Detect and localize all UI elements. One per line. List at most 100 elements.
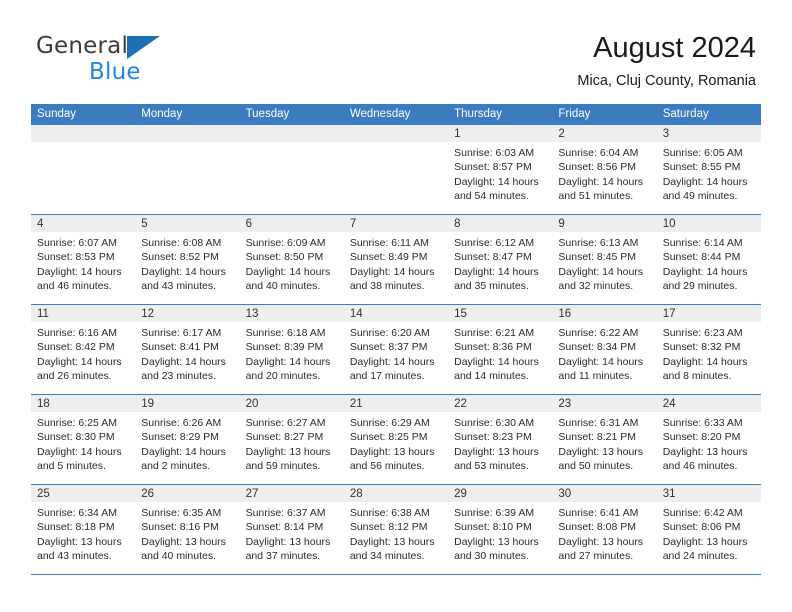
day-number: 20 — [239, 395, 344, 412]
day-info-daylight1: Daylight: 14 hours — [558, 265, 644, 278]
day-number: 4 — [31, 215, 136, 232]
calendar-day-cell[interactable]: 4 Sunrise: 6:07 AM Sunset: 8:53 PM Daylight… — [31, 215, 136, 304]
day-info-daylight1: Daylight: 14 hours — [37, 355, 122, 368]
day-number: 7 — [343, 215, 449, 232]
day-info-sunrise: Sunrise: 6:18 AM — [245, 327, 326, 339]
day-info-sunset: Sunset: 8:21 PM — [558, 431, 637, 444]
day-info-daylight1: Daylight: 13 hours — [558, 535, 644, 548]
day-info-daylight1: Daylight: 14 hours — [37, 445, 122, 458]
day-info-daylight2: and 38 minutes. — [349, 279, 425, 292]
day-info-sunset: Sunset: 8:56 PM — [558, 161, 637, 174]
day-sun-info: Sunrise: 6:26 AM Sunset: 8:29 PM Daylight:… — [135, 412, 239, 473]
day-info-sunset: Sunset: 8:44 PM — [662, 251, 741, 264]
day-sun-info: Sunrise: 6:13 AM Sunset: 8:45 PM Daylight:… — [552, 232, 656, 293]
day-number: 12 — [135, 305, 240, 322]
calendar-day-cell[interactable]: 19 Sunrise: 6:26 AM Sunset: 8:29 PM Dayligh… — [135, 395, 240, 484]
day-number: 8 — [448, 215, 553, 232]
calendar-day-cell[interactable]: 22 Sunrise: 6:30 AM Sunset: 8:23 PM Dayligh… — [448, 395, 553, 484]
day-info-daylight2: and 49 minutes. — [662, 189, 738, 202]
day-sun-info: Sunrise: 6:35 AM Sunset: 8:16 PM Daylight:… — [135, 502, 239, 563]
day-info-sunset: Sunset: 8:36 PM — [454, 341, 532, 354]
page-header: General Blue August 2024 Mica, Cluj Coun… — [0, 0, 792, 100]
day-number: 27 — [239, 485, 344, 502]
day-info-sunrise: Sunrise: 6:12 AM — [454, 237, 535, 249]
calendar-day-cell[interactable]: 21 Sunrise: 6:29 AM Sunset: 8:25 PM Dayligh… — [343, 395, 449, 484]
calendar-day-cell[interactable]: 10 Sunrise: 6:14 AM Sunset: 8:44 PM Dayligh… — [656, 215, 761, 304]
day-number: 13 — [239, 305, 344, 322]
day-sun-info: Sunrise: 6:05 AM Sunset: 8:55 PM Daylight:… — [657, 142, 761, 203]
calendar-day-cell[interactable]: 9 Sunrise: 6:13 AM Sunset: 8:45 PM Daylight… — [552, 215, 657, 304]
calendar-day-cell[interactable]: 24 Sunrise: 6:33 AM Sunset: 8:20 PM Dayligh… — [656, 395, 761, 484]
calendar-day-cell[interactable]: 25 Sunrise: 6:34 AM Sunset: 8:18 PM Dayligh… — [31, 485, 136, 574]
day-info-daylight2: and 29 minutes. — [662, 279, 738, 292]
calendar-day-cell[interactable]: 12 Sunrise: 6:17 AM Sunset: 8:41 PM Dayligh… — [135, 305, 240, 394]
day-info-daylight1: Daylight: 13 hours — [662, 445, 748, 458]
day-info-daylight2: and 23 minutes. — [141, 369, 216, 382]
day-number: 17 — [656, 305, 761, 322]
calendar-day-cell[interactable]: 14 Sunrise: 6:20 AM Sunset: 8:37 PM Dayligh… — [343, 305, 449, 394]
calendar-day-cell[interactable]: 18 Sunrise: 6:25 AM Sunset: 8:30 PM Dayligh… — [31, 395, 136, 484]
day-info-daylight2: and 20 minutes. — [245, 369, 321, 382]
calendar-day-cell[interactable]: 15 Sunrise: 6:21 AM Sunset: 8:36 PM Dayligh… — [448, 305, 553, 394]
day-info-daylight1: Daylight: 14 hours — [245, 265, 331, 278]
calendar-day-cell[interactable]: 17 Sunrise: 6:23 AM Sunset: 8:32 PM Dayligh… — [656, 305, 761, 394]
calendar-day-cell[interactable]: 23 Sunrise: 6:31 AM Sunset: 8:21 PM Dayligh… — [552, 395, 657, 484]
day-info-daylight1: Daylight: 13 hours — [37, 535, 122, 548]
day-info-sunrise: Sunrise: 6:30 AM — [454, 417, 535, 429]
calendar-day-cell[interactable]: 28 Sunrise: 6:38 AM Sunset: 8:12 PM Dayligh… — [343, 485, 449, 574]
day-info-daylight2: and 30 minutes. — [454, 549, 529, 562]
calendar-day-cell[interactable]: 16 Sunrise: 6:22 AM Sunset: 8:34 PM Dayligh… — [552, 305, 657, 394]
day-number: 31 — [656, 485, 761, 502]
calendar-day-cell[interactable]: 6 Sunrise: 6:09 AM Sunset: 8:50 PM Daylight… — [239, 215, 344, 304]
logo-text-blue: Blue — [89, 59, 141, 85]
calendar-day-cell[interactable]: 13 Sunrise: 6:18 AM Sunset: 8:39 PM Dayligh… — [239, 305, 344, 394]
calendar-day-cell[interactable]: 26 Sunrise: 6:35 AM Sunset: 8:16 PM Dayligh… — [135, 485, 240, 574]
day-sun-info: Sunrise: 6:20 AM Sunset: 8:37 PM Daylight:… — [344, 322, 448, 383]
calendar-day-cell[interactable]: 27 Sunrise: 6:37 AM Sunset: 8:14 PM Dayligh… — [239, 485, 344, 574]
day-info-sunrise: Sunrise: 6:35 AM — [141, 507, 222, 519]
day-sun-info: Sunrise: 6:27 AM Sunset: 8:27 PM Daylight:… — [240, 412, 344, 473]
day-info-sunset: Sunset: 8:42 PM — [37, 341, 115, 354]
day-info-sunrise: Sunrise: 6:14 AM — [662, 237, 743, 249]
day-info-daylight1: Daylight: 13 hours — [349, 535, 435, 548]
day-info-sunset: Sunset: 8:14 PM — [245, 521, 324, 534]
calendar-day-cell[interactable]: 29 Sunrise: 6:39 AM Sunset: 8:10 PM Dayligh… — [448, 485, 553, 574]
weekday-header-row: Sunday Monday Tuesday Wednesday Thursday Frid… — [31, 104, 761, 125]
day-info-daylight1: Daylight: 13 hours — [349, 445, 435, 458]
day-info-daylight1: Daylight: 14 hours — [662, 355, 748, 368]
calendar-day-cell[interactable]: 11 Sunrise: 6:16 AM Sunset: 8:42 PM Dayligh… — [31, 305, 136, 394]
calendar-grid: Sunday Monday Tuesday Wednesday Thursday Frid… — [31, 104, 761, 575]
day-info-sunrise: Sunrise: 6:21 AM — [454, 327, 535, 339]
day-info-sunrise: Sunrise: 6:11 AM — [349, 237, 430, 249]
calendar-day-cell[interactable]: 20 Sunrise: 6:27 AM Sunset: 8:27 PM Dayligh… — [239, 395, 344, 484]
page-title: August 2024 — [593, 32, 756, 64]
calendar-day-cell[interactable]: 8 Sunrise: 6:12 AM Sunset: 8:47 PM Daylight… — [448, 215, 553, 304]
calendar-day-cell[interactable]: 1 Sunrise: 6:03 AM Sunset: 8:57 PM Daylight… — [448, 125, 553, 214]
day-info-sunset: Sunset: 8:55 PM — [662, 161, 741, 174]
day-info-daylight2: and 24 minutes. — [662, 549, 738, 562]
day-sun-info: Sunrise: 6:17 AM Sunset: 8:41 PM Daylight:… — [135, 322, 239, 383]
calendar-day-cell[interactable]: 2 Sunrise: 6:04 AM Sunset: 8:56 PM Daylight… — [552, 125, 657, 214]
day-number: 6 — [239, 215, 344, 232]
day-info-sunrise: Sunrise: 6:08 AM — [141, 237, 222, 249]
day-info-sunset: Sunset: 8:08 PM — [558, 521, 637, 534]
day-info-sunset: Sunset: 8:34 PM — [558, 341, 637, 354]
day-info-sunrise: Sunrise: 6:13 AM — [558, 237, 639, 249]
day-sun-info: Sunrise: 6:03 AM Sunset: 8:57 PM Daylight:… — [448, 142, 552, 203]
calendar-day-cell[interactable]: 3 Sunrise: 6:05 AM Sunset: 8:55 PM Daylight… — [656, 125, 761, 214]
day-info-sunset: Sunset: 8:50 PM — [245, 251, 324, 264]
day-sun-info: Sunrise: 6:08 AM Sunset: 8:52 PM Daylight:… — [135, 232, 239, 293]
calendar-day-cell[interactable]: 7 Sunrise: 6:11 AM Sunset: 8:49 PM Daylight… — [343, 215, 449, 304]
day-info-daylight2: and 32 minutes. — [558, 279, 634, 292]
day-sun-info: Sunrise: 6:23 AM Sunset: 8:32 PM Daylight:… — [657, 322, 761, 383]
day-number: 11 — [31, 305, 136, 322]
day-sun-info — [31, 142, 135, 146]
day-number — [31, 125, 136, 142]
day-info-daylight2: and 40 minutes. — [245, 279, 321, 292]
calendar-day-cell[interactable]: 31 Sunrise: 6:42 AM Sunset: 8:06 PM Dayligh… — [656, 485, 761, 574]
day-info-daylight1: Daylight: 14 hours — [662, 265, 748, 278]
calendar-day-cell[interactable]: 5 Sunrise: 6:08 AM Sunset: 8:52 PM Daylight… — [135, 215, 240, 304]
calendar-day-cell[interactable]: 30 Sunrise: 6:41 AM Sunset: 8:08 PM Dayligh… — [552, 485, 657, 574]
day-sun-info: Sunrise: 6:33 AM Sunset: 8:20 PM Daylight:… — [657, 412, 761, 473]
weekday-header-wednesday: Wednesday — [349, 108, 411, 120]
